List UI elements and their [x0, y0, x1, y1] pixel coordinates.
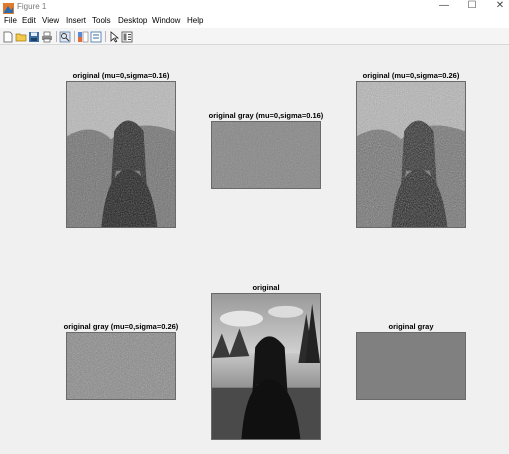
menu-window[interactable]: Window — [152, 14, 180, 28]
menu-edit[interactable]: Edit — [22, 14, 36, 28]
image-noisy-sigma-026[interactable] — [356, 81, 466, 228]
window-titlebar: Figure 1 — ☐ ✕ — [0, 0, 509, 14]
menu-help[interactable]: Help — [187, 14, 203, 28]
figure-canvas[interactable]: original (mu=0,sigma=0.16) original gray… — [0, 46, 509, 454]
insert-legend-icon[interactable] — [90, 30, 102, 43]
new-figure-icon[interactable] — [2, 30, 14, 43]
subplot-title-noisy-016: original (mu=0,sigma=0.16) — [72, 71, 170, 80]
image-noise-gray-sigma-016[interactable] — [211, 121, 321, 189]
maximize-button[interactable]: ☐ — [458, 0, 486, 14]
menu-file[interactable]: File — [4, 14, 17, 28]
subplot-title-noisy-026: original (mu=0,sigma=0.26) — [362, 71, 460, 80]
subplot-title-original-gray: original gray — [388, 322, 434, 331]
toolbar-separator — [74, 31, 75, 42]
menu-desktop[interactable]: Desktop — [118, 14, 147, 28]
image-noise-gray-sigma-026[interactable] — [66, 332, 176, 400]
image-original-gray[interactable] — [356, 332, 466, 400]
open-file-icon[interactable] — [15, 30, 27, 42]
matlab-figure-icon — [3, 1, 14, 14]
menu-insert[interactable]: Insert — [66, 14, 86, 28]
toolbar-separator — [105, 31, 106, 42]
image-original[interactable] — [211, 293, 321, 440]
toolbar-separator — [56, 31, 57, 42]
menu-bar: File Edit View Insert Tools Desktop Wind… — [0, 14, 509, 28]
image-noisy-sigma-016[interactable] — [66, 81, 176, 228]
print-icon[interactable] — [41, 30, 53, 43]
menu-tools[interactable]: Tools — [92, 14, 111, 28]
window-title: Figure 1 — [17, 2, 47, 11]
subplot-title-original: original — [252, 283, 280, 292]
menu-view[interactable]: View — [42, 14, 59, 28]
property-inspector-icon[interactable] — [121, 30, 133, 43]
minimize-button[interactable]: — — [430, 0, 458, 14]
subplot-title-noise-016: original gray (mu=0,sigma=0.16) — [208, 111, 324, 120]
colorbar-icon[interactable] — [77, 30, 89, 43]
close-button[interactable]: ✕ — [486, 0, 509, 14]
figure-toolbar — [0, 28, 509, 45]
pointer-icon[interactable] — [108, 30, 120, 43]
zoom-icon[interactable] — [59, 30, 71, 43]
subplot-title-noise-026: original gray (mu=0,sigma=0.26) — [63, 322, 179, 331]
save-icon[interactable] — [28, 30, 40, 42]
